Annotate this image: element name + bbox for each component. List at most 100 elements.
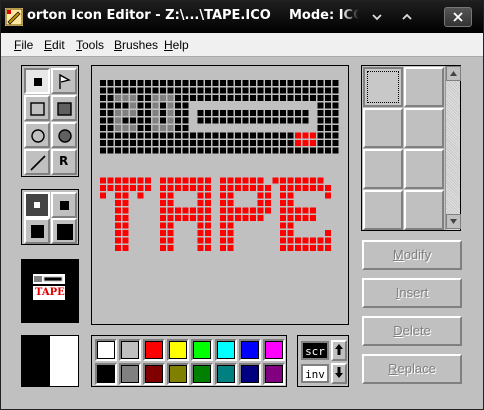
canvas-pixel[interactable] <box>310 87 316 94</box>
canvas-pixel[interactable] <box>205 125 211 131</box>
canvas-pixel[interactable] <box>242 102 249 109</box>
canvas-pixel[interactable] <box>205 132 211 139</box>
canvas-pixel[interactable] <box>295 132 301 139</box>
canvas-pixel[interactable] <box>250 117 256 124</box>
canvas-pixel[interactable] <box>235 147 241 154</box>
canvas-pixel[interactable] <box>205 237 211 244</box>
canvas-pixel[interactable] <box>257 215 264 221</box>
canvas-pixel[interactable] <box>115 177 121 184</box>
canvas-pixel[interactable] <box>160 125 166 131</box>
canvas-pixel[interactable] <box>257 177 264 184</box>
canvas-pixel[interactable] <box>310 95 316 101</box>
canvas-pixel[interactable] <box>295 185 301 191</box>
canvas-pixel[interactable] <box>310 140 316 146</box>
scroll-up-button[interactable] <box>331 340 347 361</box>
canvas-pixel[interactable] <box>325 185 331 191</box>
canvas-pixel[interactable] <box>115 95 121 101</box>
canvas-pixel[interactable] <box>250 215 256 221</box>
canvas-pixel[interactable] <box>145 140 151 146</box>
canvas-pixel[interactable] <box>175 87 181 94</box>
canvas-pixel[interactable] <box>302 95 309 101</box>
canvas-pixel[interactable] <box>115 117 121 124</box>
canvas-pixel[interactable] <box>242 110 249 116</box>
canvas-pixel[interactable] <box>175 132 181 139</box>
canvas-pixel[interactable] <box>302 80 309 86</box>
canvas-pixel[interactable] <box>265 80 271 86</box>
canvas-pixel[interactable] <box>122 87 129 94</box>
canvas-pixel[interactable] <box>212 117 219 124</box>
edit-canvas[interactable] <box>91 65 349 325</box>
canvas-pixel[interactable] <box>130 95 136 101</box>
canvas-pixel[interactable] <box>175 102 181 109</box>
canvas-pixel[interactable] <box>145 147 151 154</box>
canvas-pixel[interactable] <box>122 192 129 199</box>
canvas-pixel[interactable] <box>205 95 211 101</box>
palette-swatch[interactable] <box>167 363 189 385</box>
canvas-pixel[interactable] <box>137 110 144 116</box>
palette-swatch[interactable] <box>215 339 237 361</box>
canvas-pixel[interactable] <box>130 140 136 146</box>
canvas-pixel[interactable] <box>160 177 166 184</box>
canvas-pixel[interactable] <box>100 185 106 191</box>
canvas-pixel[interactable] <box>317 177 324 184</box>
canvas-pixel[interactable] <box>325 230 331 236</box>
canvas-pixel[interactable] <box>265 132 271 139</box>
canvas-pixel[interactable] <box>190 215 196 221</box>
insert-button[interactable]: Insert <box>362 278 462 308</box>
canvas-pixel[interactable] <box>235 132 241 139</box>
canvas-pixel[interactable] <box>167 95 174 101</box>
canvas-pixel[interactable] <box>287 132 294 139</box>
canvas-pixel[interactable] <box>115 245 121 251</box>
canvas-pixel[interactable] <box>250 80 256 86</box>
canvas-pixel[interactable] <box>212 110 219 116</box>
canvas-pixel[interactable] <box>227 110 234 116</box>
canvas-pixel[interactable] <box>317 80 324 86</box>
palette-swatch[interactable] <box>119 339 141 361</box>
canvas-pixel[interactable] <box>145 117 151 124</box>
canvas-pixel[interactable] <box>295 95 301 101</box>
canvas-pixel[interactable] <box>280 102 286 109</box>
canvas-pixel[interactable] <box>220 102 226 109</box>
canvas-pixel[interactable] <box>242 215 249 221</box>
tool-fill[interactable] <box>51 68 77 94</box>
canvas-pixel[interactable] <box>145 87 151 94</box>
canvas-pixel[interactable] <box>175 147 181 154</box>
canvas-pixel[interactable] <box>242 117 249 124</box>
palette-swatch[interactable] <box>119 363 141 385</box>
canvas-pixel[interactable] <box>160 102 166 109</box>
canvas-pixel[interactable] <box>220 132 226 139</box>
canvas-pixel[interactable] <box>280 200 286 206</box>
canvas-pixel[interactable] <box>115 140 121 146</box>
canvas-pixel[interactable] <box>160 200 166 206</box>
slots-scrollbar[interactable] <box>445 66 461 230</box>
canvas-pixel[interactable] <box>152 132 159 139</box>
canvas-pixel[interactable] <box>115 230 121 236</box>
canvas-pixel[interactable] <box>332 117 339 124</box>
canvas-pixel[interactable] <box>287 237 294 244</box>
canvas-pixel[interactable] <box>197 185 204 191</box>
canvas-pixel[interactable] <box>182 177 189 184</box>
canvas-pixel[interactable] <box>227 237 234 244</box>
canvas-pixel[interactable] <box>280 207 286 214</box>
canvas-pixel[interactable] <box>130 185 136 191</box>
canvas-pixel[interactable] <box>190 102 196 109</box>
canvas-pixel[interactable] <box>160 140 166 146</box>
canvas-pixel[interactable] <box>220 110 226 116</box>
canvas-pixel[interactable] <box>130 80 136 86</box>
canvas-pixel[interactable] <box>115 125 121 131</box>
canvas-pixel[interactable] <box>197 237 204 244</box>
canvas-pixel[interactable] <box>122 117 129 124</box>
canvas-pixel[interactable] <box>325 237 331 244</box>
canvas-pixel[interactable] <box>122 185 129 191</box>
canvas-pixel[interactable] <box>272 110 279 116</box>
canvas-pixel[interactable] <box>295 215 301 221</box>
canvas-pixel[interactable] <box>310 177 316 184</box>
close-button[interactable] <box>444 7 472 27</box>
canvas-pixel[interactable] <box>205 230 211 236</box>
canvas-pixel[interactable] <box>250 140 256 146</box>
canvas-pixel[interactable] <box>295 147 301 154</box>
tool-filled-ellipse[interactable] <box>51 122 77 148</box>
canvas-pixel[interactable] <box>212 102 219 109</box>
canvas-pixel[interactable] <box>175 95 181 101</box>
canvas-pixel[interactable] <box>167 222 174 229</box>
